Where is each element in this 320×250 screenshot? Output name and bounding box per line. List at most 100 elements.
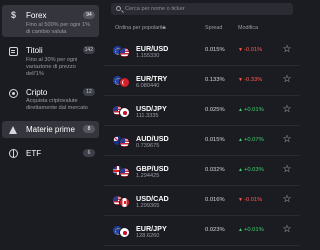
star-icon[interactable]: ☆ <box>282 165 292 175</box>
asset-spread: 0.016% <box>205 197 225 203</box>
category-count-badge: 8 <box>83 125 95 133</box>
asset-change: ▲+0.07% <box>238 137 264 143</box>
us-flag-icon <box>119 47 130 58</box>
search-icon <box>116 6 121 11</box>
category-sidebar: $ Forex Fino al 500% per ogni 1% di camb… <box>0 0 104 250</box>
asset-change: ▼-0.01% <box>238 47 262 53</box>
us-flag-icon <box>119 167 130 178</box>
arrow-down-icon: ▼ <box>238 77 243 83</box>
star-icon[interactable]: ☆ <box>282 45 292 55</box>
table-row[interactable]: AUD/USD 0.739675 0.015% ▲+0.07% ☆ <box>104 126 300 156</box>
asset-price: 111.3335 <box>136 113 159 119</box>
asset-price: 1.299365 <box>136 203 160 209</box>
table-row[interactable]: GBP/USD 1.294425 0.032% ▲+0.03% ☆ <box>104 156 300 186</box>
arrow-up-icon: ▲ <box>238 167 243 173</box>
change-header: Modifica <box>238 25 259 31</box>
change-value: +0.01% <box>243 107 264 113</box>
star-icon[interactable]: ☆ <box>282 135 292 145</box>
asset-spread: 0.023% <box>205 227 225 233</box>
asset-spread: 0.025% <box>205 107 225 113</box>
stack-icon <box>9 47 18 56</box>
tr-flag-icon <box>119 77 130 88</box>
change-value: -0.33% <box>243 77 263 83</box>
asset-change: ▼-0.01% <box>238 197 262 203</box>
category-count-badge: 94 <box>83 11 95 19</box>
category-name: Materie prime <box>26 125 75 134</box>
asset-symbol: USD/CAD <box>136 194 169 203</box>
commodity-icon <box>9 125 18 134</box>
star-icon[interactable]: ☆ <box>282 105 292 115</box>
table-row[interactable]: EUR/USD 1.155330 0.015% ▼-0.01% ☆ <box>104 36 300 66</box>
search-input[interactable] <box>125 3 285 15</box>
currency-flags <box>112 105 131 118</box>
category-materie-prime[interactable]: Materie prime 8 <box>2 121 99 138</box>
currency-flags <box>112 135 131 148</box>
asset-change: ▼-0.33% <box>238 77 262 83</box>
category-titoli[interactable]: Titoli Fino al 30% per ogni variazione d… <box>2 42 99 77</box>
category-name: ETF <box>26 149 42 158</box>
dollar-icon: $ <box>10 10 16 20</box>
asset-symbol: USD/JPY <box>136 104 167 113</box>
sort-by-popularity-header[interactable]: Ordina per popolarità <box>115 25 166 31</box>
asset-spread: 0.133% <box>205 77 225 83</box>
crypto-icon <box>9 89 18 98</box>
category-name: Forex <box>26 11 47 20</box>
jp-flag-icon <box>119 107 130 118</box>
star-icon[interactable]: ☆ <box>282 225 292 235</box>
currency-flags <box>112 225 131 238</box>
currency-flags <box>112 195 131 208</box>
category-description: Fino al 500% per ogni 1% di cambio valut… <box>26 22 91 35</box>
asset-price: 128.6260 <box>136 233 160 239</box>
change-value: -0.01% <box>243 197 263 203</box>
currency-flags <box>112 45 131 58</box>
arrow-up-icon: ▲ <box>238 227 243 233</box>
category-count-badge: 12 <box>83 88 95 96</box>
asset-spread: 0.015% <box>205 137 225 143</box>
category-name: Cripto <box>26 88 48 97</box>
currency-flags <box>112 75 131 88</box>
table-row[interactable]: EUR/TRY 6.080440 0.133% ▼-0.33% ☆ <box>104 66 300 96</box>
arrow-up-icon: ▲ <box>238 107 243 113</box>
asset-price: 0.739675 <box>136 143 160 149</box>
star-icon[interactable]: ☆ <box>282 75 292 85</box>
asset-list-panel: Ordina per popolarità Spread Modifica EU… <box>104 0 300 250</box>
change-value: +0.07% <box>243 137 264 143</box>
category-name: Titoli <box>26 46 43 55</box>
asset-change: ▲+0.01% <box>238 227 264 233</box>
asset-price: 1.294425 <box>136 173 160 179</box>
arrow-up-icon: ▲ <box>238 137 243 143</box>
category-description: Acquista criptovalute direttamente dal m… <box>26 98 88 111</box>
category-description: Fino al 30% per ogni variazione di prezz… <box>26 57 78 77</box>
category-etf[interactable]: ETF 6 <box>2 145 99 162</box>
table-row[interactable]: EUR/JPY 128.6260 0.023% ▲+0.01% ☆ <box>104 216 300 246</box>
asset-price: 6.080440 <box>136 83 160 89</box>
asset-symbol: AUD/USD <box>136 134 169 143</box>
arrow-down-icon: ▼ <box>238 47 243 53</box>
etf-icon <box>9 149 18 158</box>
table-header: Ordina per popolarità Spread Modifica <box>104 25 300 33</box>
star-icon[interactable]: ☆ <box>282 195 292 205</box>
spread-header: Spread <box>205 25 223 31</box>
currency-flags <box>112 165 131 178</box>
change-value: -0.01% <box>243 47 263 53</box>
category-cripto[interactable]: Cripto Acquista criptovalute direttament… <box>2 84 99 114</box>
category-forex[interactable]: $ Forex Fino al 500% per ogni 1% di camb… <box>2 5 99 37</box>
jp-flag-icon <box>119 227 130 238</box>
us-flag-icon <box>119 137 130 148</box>
change-value: +0.01% <box>243 227 264 233</box>
table-row[interactable]: USD/JPY 111.3335 0.025% ▲+0.01% ☆ <box>104 96 300 126</box>
category-count-badge: 6 <box>83 149 95 157</box>
ca-flag-icon <box>119 197 130 208</box>
asset-price: 1.155330 <box>136 53 160 59</box>
asset-symbol: EUR/JPY <box>136 224 167 233</box>
arrow-down-icon: ▼ <box>238 197 243 203</box>
asset-spread: 0.032% <box>205 167 225 173</box>
chevron-down-icon <box>162 27 166 29</box>
asset-symbol: EUR/USD <box>136 44 169 53</box>
asset-symbol: GBP/USD <box>136 164 169 173</box>
asset-change: ▲+0.03% <box>238 167 264 173</box>
asset-change: ▲+0.01% <box>238 107 264 113</box>
asset-symbol: EUR/TRY <box>136 74 168 83</box>
category-count-badge: 142 <box>82 46 95 54</box>
table-row[interactable]: USD/CAD 1.299365 0.016% ▼-0.01% ☆ <box>104 186 300 216</box>
